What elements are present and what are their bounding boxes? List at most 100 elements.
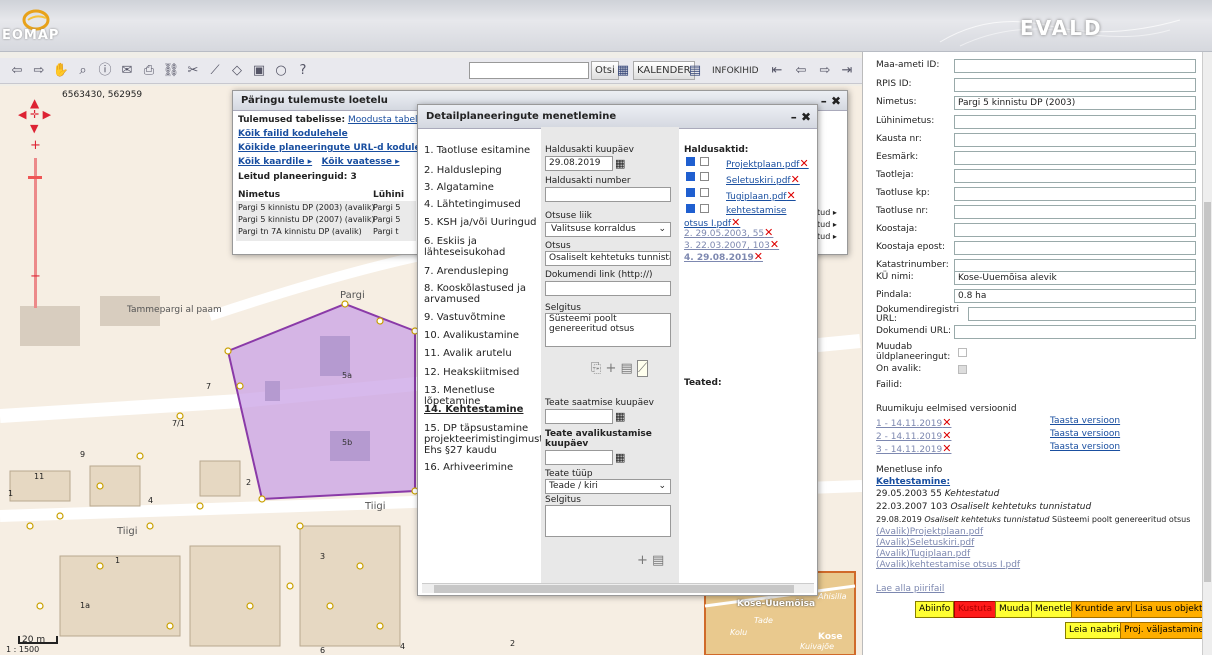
plot-count-button[interactable]: Kruntide arv xyxy=(1071,601,1135,618)
add-object-button[interactable]: Lisa uus objekt xyxy=(1131,601,1207,618)
calendar-icon[interactable]: ▦ xyxy=(615,451,625,464)
zoom-pan-down-icon[interactable]: ▼ xyxy=(30,122,38,135)
all-urls-link[interactable]: Kõikide planeeringute URL-d kodulehele xyxy=(238,143,442,153)
checkbox[interactable] xyxy=(686,157,695,166)
public-file-link[interactable]: (Avalik)kehtestamise otsus I.pdf xyxy=(876,560,1020,570)
public-file-link[interactable]: (Avalik)Seletuskiri.pdf xyxy=(876,538,974,548)
last-icon[interactable]: ⇥ xyxy=(838,62,856,80)
checkbox[interactable] xyxy=(700,172,709,181)
table-row[interactable]: Pargi 5 kinnistu DP (2003) (avalik) xyxy=(238,203,375,212)
help-icon[interactable]: ? xyxy=(294,62,312,80)
process-button[interactable]: Menetle xyxy=(1031,601,1076,618)
step-item[interactable]: 16. Arhiveerimine xyxy=(424,462,539,473)
layer-icon[interactable]: ▣ xyxy=(250,62,268,80)
table-row[interactable]: Pargi 5 kinnistu DP (2007) (avalik) xyxy=(238,215,375,224)
application-date-input[interactable] xyxy=(954,187,1196,201)
row-action-link[interactable]: tud ▸ xyxy=(817,208,837,217)
doc-registry-url-input[interactable] xyxy=(968,307,1196,321)
checkbox[interactable] xyxy=(686,188,695,197)
form-tool-icons[interactable]: ⎘ + ▤ ⟋ xyxy=(591,360,649,377)
public-file-link[interactable]: (Avalik)Projektplaan.pdf xyxy=(876,527,983,537)
version-link[interactable]: 3 - 14.11.2019✕ xyxy=(876,442,951,455)
changes-masterplan-checkbox[interactable] xyxy=(958,348,967,357)
maa-ameti-id-input[interactable] xyxy=(954,59,1196,73)
download-boundary-link[interactable]: Lae alla piirifail xyxy=(876,584,944,594)
property-name-input[interactable]: Kose-Uuemõisa alevik xyxy=(954,271,1196,285)
measure-icon[interactable]: ⟋ xyxy=(206,62,224,80)
step-item[interactable]: 1. Taotluse esitamine xyxy=(424,145,539,156)
pan-hand-icon[interactable]: ✋ xyxy=(52,62,70,80)
step-item[interactable]: 6. Eskiis ja lähteseisukohad xyxy=(424,236,539,258)
step-item[interactable]: 9. Vastuvõtmine xyxy=(424,312,539,323)
zoom-icon[interactable]: ⌕ xyxy=(74,62,92,80)
version-link[interactable]: 1 - 14.11.2019✕ xyxy=(876,416,951,429)
folder-number-input[interactable] xyxy=(954,133,1196,147)
forward-arrow-icon[interactable]: ⇨ xyxy=(30,62,48,80)
project-issue-button[interactable]: Proj. väljastamine xyxy=(1120,622,1209,639)
file-link[interactable]: Tugiplaan.pdf✕ xyxy=(726,189,796,202)
notice-explanation-textarea[interactable] xyxy=(545,505,671,537)
restore-version-link[interactable]: Taasta versioon xyxy=(1050,429,1120,439)
checkbox[interactable] xyxy=(700,188,709,197)
is-public-checkbox[interactable] xyxy=(958,365,967,374)
circle-icon[interactable]: ○ xyxy=(272,62,290,80)
short-name-input[interactable] xyxy=(954,115,1196,129)
step-item[interactable]: 10. Avalikustamine xyxy=(424,330,539,341)
file-link[interactable]: Seletuskiri.pdf✕ xyxy=(726,173,800,186)
window-controls-icon[interactable]: – ✖ xyxy=(821,91,841,111)
doc-url-input[interactable] xyxy=(954,325,1196,339)
help-button[interactable]: Abiinfo xyxy=(915,601,955,618)
zoom-slider-handle[interactable] xyxy=(28,176,42,179)
version-link[interactable]: 2 - 14.11.2019✕ xyxy=(876,429,951,442)
all-files-link[interactable]: Kõik failid kodulehele xyxy=(238,129,348,139)
info-layers-label[interactable]: INFOKIHID xyxy=(712,66,759,76)
decision-date-input[interactable]: 29.08.2019 xyxy=(545,156,613,171)
right-panel-scrollbar[interactable] xyxy=(1202,52,1212,655)
step-item-active[interactable]: 14. Kehtestamine xyxy=(424,404,539,415)
zoom-slider[interactable] xyxy=(34,158,37,308)
applicant-input[interactable] xyxy=(954,169,1196,183)
zoom-out-icon[interactable]: − xyxy=(30,269,41,284)
notice-publish-date-input[interactable] xyxy=(545,450,613,465)
step-item[interactable]: 4. Lähtetingimused xyxy=(424,199,539,210)
all-to-view-link[interactable]: Kõik vaatesse ▸ xyxy=(322,157,400,167)
mail-icon[interactable]: ✉ xyxy=(118,62,136,80)
map-search-input[interactable] xyxy=(469,62,589,79)
document-link-input[interactable] xyxy=(545,281,671,296)
table-row[interactable]: Pargi tn 7A kinnistu DP (avalik) xyxy=(238,227,362,236)
restore-version-link[interactable]: Taasta versioon xyxy=(1050,442,1120,452)
zoom-pan-lr-icon[interactable]: ◀ ✛ ▶ xyxy=(18,108,58,121)
checkbox[interactable] xyxy=(700,157,709,166)
procedure-window-title[interactable]: Detailplaneeringute menetlemine – ✖ xyxy=(418,105,817,129)
notice-type-select[interactable]: Teade / kiri ⌄ xyxy=(545,479,671,494)
step-item[interactable]: 5. KSH ja/või Uuringud xyxy=(424,217,539,228)
calendar-icon[interactable]: ▦ xyxy=(615,157,625,170)
checkbox[interactable] xyxy=(686,172,695,181)
purpose-input[interactable] xyxy=(954,151,1196,165)
application-number-input[interactable] xyxy=(954,205,1196,219)
link-icon[interactable]: ⛓ xyxy=(162,62,180,80)
public-file-link[interactable]: (Avalik)Tugiplaan.pdf xyxy=(876,549,970,559)
step-item[interactable]: 12. Heakskiitmised xyxy=(424,367,539,378)
zoom-in-icon[interactable]: + xyxy=(30,138,41,153)
row-action-link[interactable]: tud ▸ xyxy=(817,220,837,229)
horizontal-scrollbar[interactable] xyxy=(422,583,814,593)
rpis-id-input[interactable] xyxy=(954,78,1196,92)
restore-version-link[interactable]: Taasta versioon xyxy=(1050,416,1120,426)
all-to-map-link[interactable]: Kõik kaardile ▸ xyxy=(238,157,312,167)
step-item[interactable]: 3. Algatamine xyxy=(424,182,539,193)
decision-type-select[interactable]: Valitsuse korraldus ⌄ xyxy=(545,222,671,237)
polygon-icon[interactable]: ◇ xyxy=(228,62,246,80)
print-icon[interactable]: ⎙ xyxy=(140,62,158,80)
step-item[interactable]: 15. DP täpsustamine projekteerimistingim… xyxy=(424,423,549,456)
edit-button[interactable]: Muuda xyxy=(995,601,1034,618)
decision-select[interactable]: Osaliselt kehtetuks tunnista xyxy=(545,251,671,266)
area-input[interactable]: 0.8 ha xyxy=(954,289,1196,303)
act-link-active[interactable]: 4. 29.08.2019✕ xyxy=(684,250,763,263)
author-email-input[interactable] xyxy=(954,241,1196,255)
prev-icon[interactable]: ⇦ xyxy=(792,62,810,80)
author-input[interactable] xyxy=(954,223,1196,237)
adoption-link[interactable]: Kehtestamine: xyxy=(876,477,950,487)
next-icon[interactable]: ⇨ xyxy=(816,62,834,80)
window-controls-icon[interactable]: – ✖ xyxy=(791,105,811,129)
